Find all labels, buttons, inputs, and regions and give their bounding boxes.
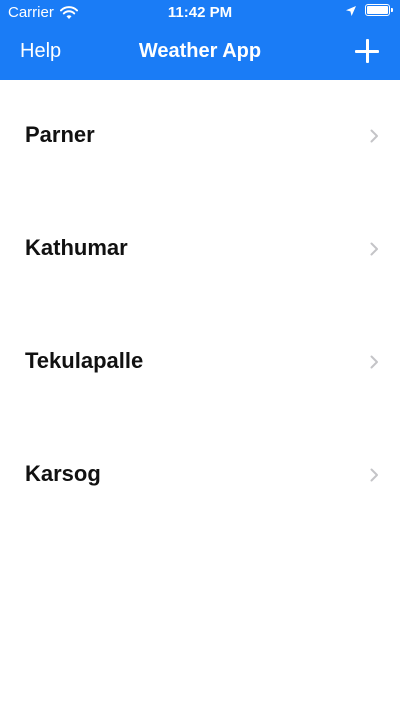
city-name: Parner <box>25 122 95 147</box>
location-icon <box>345 4 357 16</box>
header: Carrier 11:42 PM Help Weather App <box>0 0 400 80</box>
city-name: Kathumar <box>25 235 128 260</box>
city-row-parner[interactable]: Parner <box>0 80 400 193</box>
city-name: Karsog <box>25 461 101 486</box>
city-row-kathumar[interactable]: Kathumar <box>0 193 400 306</box>
status-bar: Carrier 11:42 PM <box>0 0 400 26</box>
nav-bar: Help Weather App <box>0 26 400 80</box>
city-list: Parner Kathumar Tekulapalle Karsog <box>0 80 400 532</box>
city-row-tekulapalle[interactable]: Tekulapalle <box>0 306 400 419</box>
chevron-right-icon <box>370 129 379 143</box>
add-city-button[interactable] <box>354 38 380 64</box>
city-row-karsog[interactable]: Karsog <box>0 419 400 532</box>
battery-icon <box>365 4 393 16</box>
chevron-right-icon <box>370 468 379 482</box>
chevron-right-icon <box>370 355 379 369</box>
status-right <box>345 4 393 16</box>
page-title: Weather App <box>138 40 262 62</box>
status-time: 11:42 PM <box>167 4 233 21</box>
city-name: Tekulapalle <box>25 348 144 373</box>
chevron-right-icon <box>370 242 379 256</box>
